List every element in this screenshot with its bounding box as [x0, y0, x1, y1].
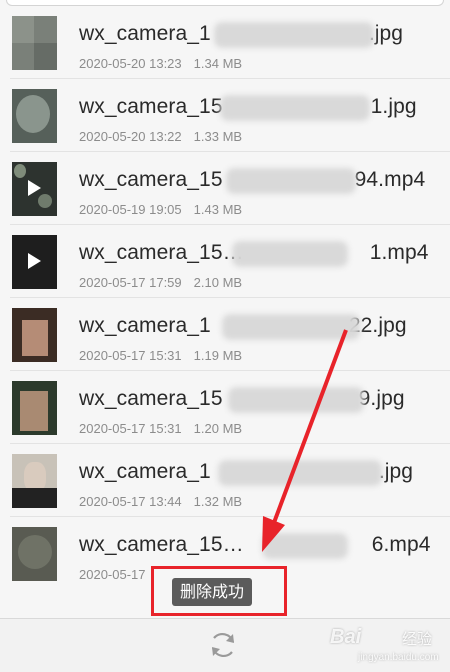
file-thumbnail — [12, 162, 57, 216]
list-item[interactable]: wx_camera_1 .jpg 2020-05-17 13:44 1.32 MB — [0, 444, 450, 517]
list-item[interactable]: wx_camera_15 1.jpg 2020-05-20 13:22 1.33 M… — [0, 79, 450, 152]
file-thumbnail — [12, 381, 57, 435]
list-item[interactable]: wx_camera_15… 1.mp4 2020-05-17 17:59 2.10 … — [0, 225, 450, 298]
file-list[interactable]: wx_camera_1 .jpg 2020-05-20 13:23 1.34 MB … — [0, 6, 450, 618]
watermark-url: jingyan.baidu.com — [358, 652, 439, 663]
file-meta: 2020-05-20 13:23 1.34 MB — [79, 56, 243, 71]
file-name: wx_camera_15… 6.mp4 — [79, 533, 431, 556]
refresh-icon[interactable] — [207, 629, 239, 661]
redaction-blur — [232, 241, 348, 267]
file-thumbnail — [12, 308, 57, 362]
file-thumbnail — [12, 16, 57, 70]
file-thumbnail — [12, 89, 57, 143]
redaction-blur — [214, 22, 374, 48]
play-icon — [28, 180, 41, 196]
redaction-blur — [220, 95, 370, 121]
list-item[interactable]: wx_camera_1 22.jpg 2020-05-17 15:31 1.19 M… — [0, 298, 450, 371]
file-meta: 2020-05-19 19:05 1.43 MB — [79, 202, 243, 217]
list-item[interactable]: wx_camera_1 .jpg 2020-05-20 13:23 1.34 MB — [0, 6, 450, 79]
redaction-blur — [228, 387, 364, 413]
file-meta: 2020-05-20 13:22 1.33 MB — [79, 129, 243, 144]
file-thumbnail — [12, 454, 57, 508]
file-meta: 2020-05-17 15:31 1.20 MB — [79, 421, 243, 436]
redaction-blur — [262, 533, 348, 559]
file-meta: 2020-05-17 15:31 1.19 MB — [79, 348, 243, 363]
annotation-highlight-box — [151, 566, 287, 616]
redaction-blur — [218, 460, 382, 486]
file-meta: 2020-05-17 — [79, 567, 146, 582]
file-thumbnail — [12, 235, 57, 289]
redaction-blur — [226, 168, 356, 194]
play-icon — [28, 253, 41, 269]
list-item[interactable]: wx_camera_15 9.jpg 2020-05-17 15:31 1.20 M… — [0, 371, 450, 444]
watermark-brand: 经验 — [402, 631, 433, 648]
watermark: Bai 经验 jingyan.baidu.com — [318, 618, 450, 671]
redaction-blur — [222, 314, 360, 340]
file-meta: 2020-05-17 17:59 2.10 MB — [79, 275, 243, 290]
list-item[interactable]: wx_camera_15 94.mp4 2020-05-19 19:05 1.43 … — [0, 152, 450, 225]
file-thumbnail — [12, 527, 57, 581]
watermark-logo: Bai — [330, 626, 362, 648]
file-meta: 2020-05-17 13:44 1.32 MB — [79, 494, 243, 509]
